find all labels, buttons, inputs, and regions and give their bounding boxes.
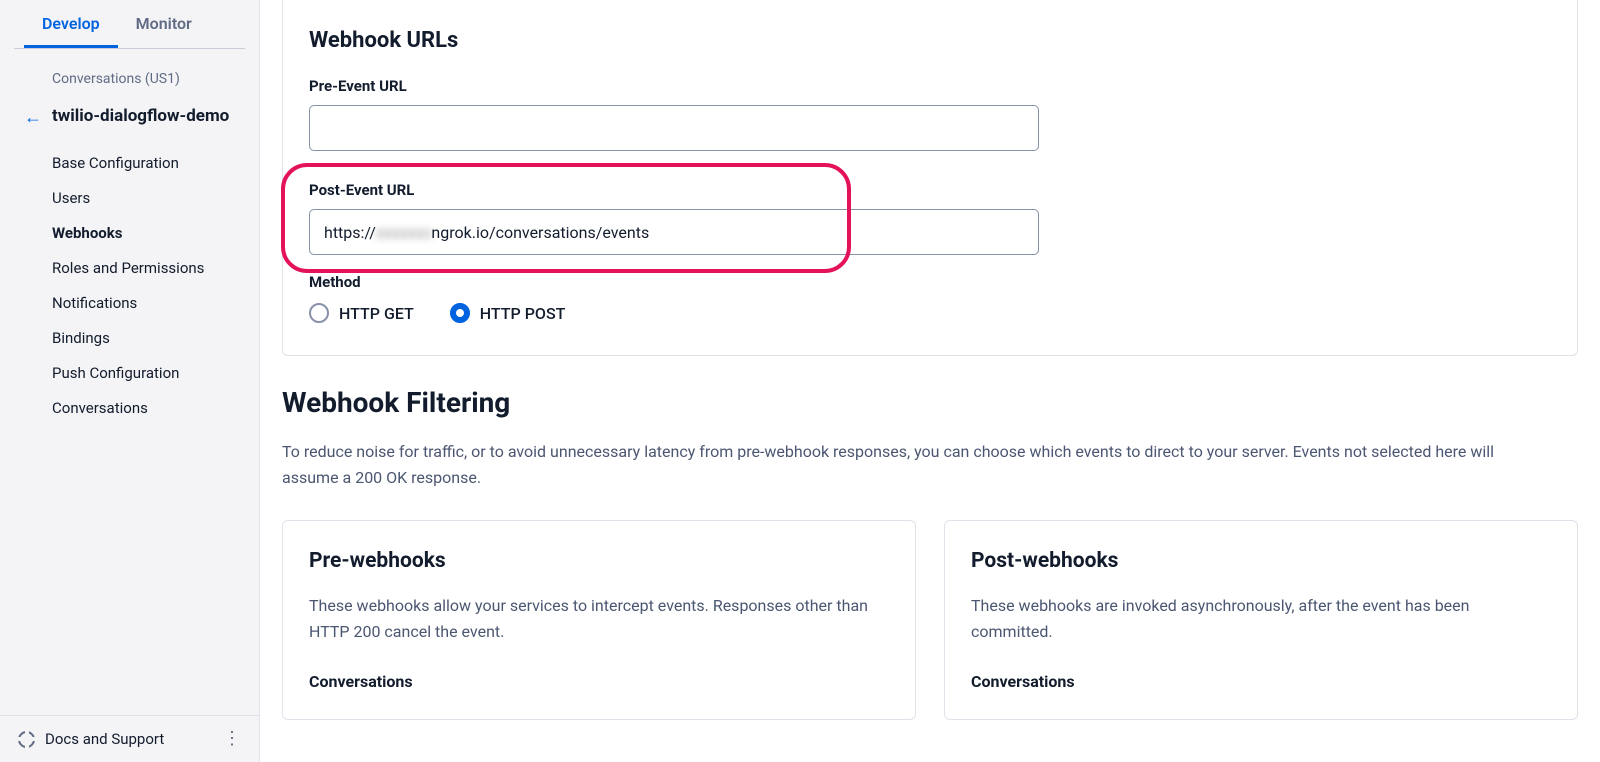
post-event-label: Post-Event URL bbox=[309, 181, 1551, 199]
webhook-urls-card: Webhook URLs Pre-Event URL Post-Event UR… bbox=[282, 0, 1578, 356]
pre-webhooks-description: These webhooks allow your services to in… bbox=[309, 593, 889, 644]
support-icon bbox=[18, 731, 35, 748]
pre-webhooks-card: Pre-webhooks These webhooks allow your s… bbox=[282, 520, 916, 720]
post-event-value-suffix: ngrok.io/conversations/events bbox=[431, 223, 649, 242]
sidebar: Develop Monitor Conversations (US1) ← tw… bbox=[0, 0, 260, 762]
radio-http-get[interactable]: HTTP GET bbox=[309, 303, 414, 323]
method-label: Method bbox=[309, 273, 1551, 291]
nav-title: twilio-dialogflow-demo bbox=[52, 105, 229, 127]
method-radio-group: HTTP GET HTTP POST bbox=[309, 303, 1551, 323]
radio-circle-checked-icon bbox=[450, 303, 470, 323]
webhook-urls-heading: Webhook URLs bbox=[309, 28, 1551, 53]
pre-event-input[interactable] bbox=[309, 105, 1039, 151]
post-event-input-wrap: https://xxxxxxxngrok.io/conversations/ev… bbox=[309, 209, 1039, 255]
sidebar-item-users[interactable]: Users bbox=[52, 181, 235, 216]
back-arrow-icon[interactable]: ← bbox=[24, 107, 42, 128]
radio-http-post[interactable]: HTTP POST bbox=[450, 303, 566, 323]
breadcrumb[interactable]: Conversations (US1) bbox=[24, 71, 235, 87]
sidebar-footer: Docs and Support ⋮ bbox=[0, 715, 259, 762]
nav-section: Conversations (US1) ← twilio-dialogflow-… bbox=[0, 49, 259, 715]
post-event-value-prefix: https:// bbox=[324, 223, 376, 242]
post-event-input[interactable]: https://xxxxxxxngrok.io/conversations/ev… bbox=[309, 209, 1039, 255]
webhook-cards-row: Pre-webhooks These webhooks allow your s… bbox=[282, 520, 1578, 720]
sidebar-item-notifications[interactable]: Notifications bbox=[52, 286, 235, 321]
pre-event-label: Pre-Event URL bbox=[309, 77, 1551, 95]
docs-support-label: Docs and Support bbox=[45, 730, 164, 748]
sidebar-item-webhooks[interactable]: Webhooks bbox=[52, 216, 235, 251]
tab-develop[interactable]: Develop bbox=[24, 0, 118, 48]
post-webhooks-title: Post-webhooks bbox=[971, 549, 1551, 573]
post-event-value-redacted: xxxxxxx bbox=[376, 223, 432, 242]
pre-webhooks-title: Pre-webhooks bbox=[309, 549, 889, 573]
docs-support-link[interactable]: Docs and Support bbox=[18, 730, 164, 748]
radio-circle-icon bbox=[309, 303, 329, 323]
sidebar-item-conversations[interactable]: Conversations bbox=[52, 391, 235, 426]
radio-http-get-label: HTTP GET bbox=[339, 304, 414, 323]
post-webhooks-subhead: Conversations bbox=[971, 672, 1551, 691]
sidebar-item-push-configuration[interactable]: Push Configuration bbox=[52, 356, 235, 391]
post-webhooks-card: Post-webhooks These webhooks are invoked… bbox=[944, 520, 1578, 720]
sidebar-item-bindings[interactable]: Bindings bbox=[52, 321, 235, 356]
post-webhooks-description: These webhooks are invoked asynchronousl… bbox=[971, 593, 1551, 644]
radio-http-post-label: HTTP POST bbox=[480, 304, 566, 323]
post-event-field: Post-Event URL https://xxxxxxxngrok.io/c… bbox=[309, 181, 1551, 255]
nav-items: Base Configuration Users Webhooks Roles … bbox=[24, 146, 235, 426]
more-icon[interactable]: ⋮ bbox=[223, 730, 241, 748]
method-field: Method HTTP GET HTTP POST bbox=[309, 273, 1551, 323]
tab-monitor[interactable]: Monitor bbox=[118, 0, 210, 48]
webhook-filtering-description: To reduce noise for traffic, or to avoid… bbox=[282, 439, 1502, 490]
main-content: Webhook URLs Pre-Event URL Post-Event UR… bbox=[260, 0, 1600, 762]
pre-webhooks-subhead: Conversations bbox=[309, 672, 889, 691]
sidebar-item-base-configuration[interactable]: Base Configuration bbox=[52, 146, 235, 181]
pre-event-field: Pre-Event URL bbox=[309, 77, 1551, 151]
sidebar-item-roles-permissions[interactable]: Roles and Permissions bbox=[52, 251, 235, 286]
nav-title-row: ← twilio-dialogflow-demo bbox=[24, 105, 235, 128]
webhook-filtering-heading: Webhook Filtering bbox=[282, 386, 1578, 419]
sidebar-tabs: Develop Monitor bbox=[14, 0, 245, 49]
